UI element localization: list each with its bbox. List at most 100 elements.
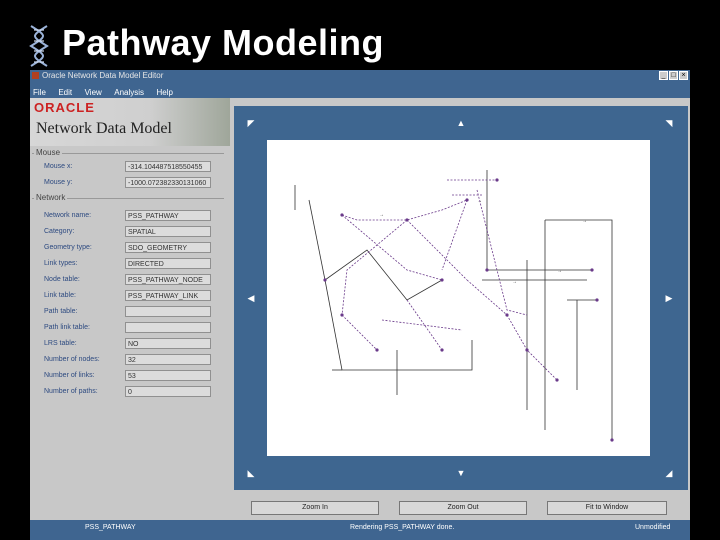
field-label: LRS table: — [44, 340, 77, 347]
dna-icon — [29, 25, 49, 67]
field-label: Node table: — [44, 276, 80, 283]
graph-node — [610, 438, 614, 442]
fit-to-window-button[interactable]: Fit to Window — [547, 501, 667, 515]
graph-node — [595, 298, 599, 302]
network-canvas[interactable]: → → → → → — [267, 140, 650, 456]
window-title: Oracle Network Data Model Editor — [42, 71, 164, 80]
product-name: Network Data Model — [36, 120, 172, 137]
close-button[interactable]: × — [679, 71, 688, 80]
edge-arrow-glyph: → — [477, 198, 482, 204]
oracle-logo: ORACLE — [34, 100, 95, 115]
path-link-table-field[interactable] — [125, 322, 211, 333]
edge-arrow-glyph: → — [512, 279, 517, 285]
graph-node — [590, 268, 594, 272]
node-table-field[interactable]: PSS_PATHWAY_NODE — [125, 274, 211, 285]
graph-node — [340, 313, 344, 317]
network-group-label: Network — [34, 193, 68, 202]
info-panel: ORACLE Network Data Model Mouse Mouse x:… — [30, 98, 230, 520]
field-label: Mouse x: — [44, 163, 73, 170]
zoom-in-button[interactable]: Zoom In — [251, 501, 379, 515]
mouse-x-field[interactable]: -314.104487518550455 — [125, 161, 211, 172]
graph-node — [440, 278, 444, 282]
graph-node — [525, 348, 529, 352]
field-label: Number of paths: — [44, 388, 98, 395]
link-types-field[interactable]: DIRECTED — [125, 258, 211, 269]
edge-arrow-glyph: → — [557, 268, 562, 274]
graph-node — [555, 378, 559, 382]
graph-link — [341, 314, 378, 351]
graph-node — [485, 268, 489, 272]
geometry-type-row: Geometry type: SDO_GEOMETRY — [30, 242, 230, 254]
menu-edit[interactable]: Edit — [58, 88, 72, 97]
number-of-paths-row: Number of paths: 0 — [30, 386, 230, 398]
zoom-out-button[interactable]: Zoom Out — [399, 501, 527, 515]
slide-title: Pathway Modeling — [62, 22, 385, 63]
link-types-row: Link types: DIRECTED — [30, 258, 230, 270]
graph-link — [324, 279, 397, 371]
graph-link — [341, 214, 443, 281]
number-of-links-field[interactable]: 53 — [125, 370, 211, 381]
field-label: Link table: — [44, 292, 76, 299]
status-network: PSS_PATHWAY — [85, 524, 136, 531]
window-titlebar[interactable]: Oracle Network Data Model Editor _ □ × — [30, 70, 690, 82]
graph-node — [375, 348, 379, 352]
graph-link — [341, 199, 468, 221]
pan-north-button[interactable]: ▲ — [454, 116, 468, 130]
mouse-y-row: Mouse y: -1000.072382330131060 — [30, 177, 230, 189]
graph-node — [323, 278, 327, 282]
node-table-row: Node table: PSS_PATHWAY_NODE — [30, 274, 230, 286]
status-modified: Unmodified — [635, 524, 671, 531]
pan-southwest-button[interactable]: ◣ — [244, 466, 258, 480]
pan-south-button[interactable]: ▼ — [454, 466, 468, 480]
field-label: Geometry type: — [44, 244, 92, 251]
field-label: Path table: — [44, 308, 78, 315]
menu-bar: File Edit View Analysis Help — [30, 82, 690, 98]
graph-link — [545, 219, 613, 440]
pan-northwest-button[interactable]: ◤ — [244, 116, 258, 130]
path-link-table-row: Path link table: — [30, 322, 230, 334]
maximize-button[interactable]: □ — [669, 71, 678, 80]
field-label: Number of nodes: — [44, 356, 100, 363]
app-icon — [32, 72, 39, 79]
geometry-type-field[interactable]: SDO_GEOMETRY — [125, 242, 211, 253]
category-field[interactable]: SPATIAL — [125, 226, 211, 237]
path-table-field[interactable] — [125, 306, 211, 317]
network-graph[interactable]: → → → → → — [267, 140, 650, 456]
link-table-field[interactable]: PSS_PATHWAY_LINK — [125, 290, 211, 301]
graph-node — [465, 198, 469, 202]
graph-node — [495, 178, 499, 182]
status-bar: PSS_PATHWAY Rendering PSS_PATHWAY done. … — [30, 520, 690, 540]
graph-link — [406, 219, 468, 281]
field-label: Category: — [44, 228, 75, 235]
menu-file[interactable]: File — [33, 88, 46, 97]
number-of-links-row: Number of links: 53 — [30, 370, 230, 382]
category-row: Category: SPATIAL — [30, 226, 230, 238]
lrs-table-field[interactable]: NO — [125, 338, 211, 349]
minimize-button[interactable]: _ — [659, 71, 668, 80]
number-of-nodes-field[interactable]: 32 — [125, 354, 211, 365]
number-of-paths-field[interactable]: 0 — [125, 386, 211, 397]
pan-northeast-button[interactable]: ◥ — [662, 116, 676, 130]
pan-east-button[interactable]: ▶ — [662, 291, 676, 305]
field-label: Network name: — [44, 212, 92, 219]
graph-link — [308, 199, 326, 281]
map-canvas-frame: ◤ ▲ ◥ ◀ ▶ ◣ ▼ ◢ → → → → → — [234, 106, 688, 490]
network-name-field[interactable]: PSS_PATHWAY — [125, 210, 211, 221]
edge-arrow-glyph: → — [582, 218, 587, 224]
menu-help[interactable]: Help — [157, 88, 173, 97]
status-message: Rendering PSS_PATHWAY done. — [350, 524, 455, 531]
field-label: Mouse y: — [44, 179, 73, 186]
lrs-table-row: LRS table: NO — [30, 338, 230, 350]
path-table-row: Path table: — [30, 306, 230, 318]
graph-node — [340, 213, 344, 217]
mouse-y-field[interactable]: -1000.072382330131060 — [125, 177, 211, 188]
graph-node — [505, 313, 509, 317]
number-of-nodes-row: Number of nodes: 32 — [30, 354, 230, 366]
menu-view[interactable]: View — [85, 88, 102, 97]
pan-southeast-button[interactable]: ◢ — [662, 466, 676, 480]
pan-west-button[interactable]: ◀ — [244, 291, 258, 305]
menu-analysis[interactable]: Analysis — [114, 88, 144, 97]
graph-link — [397, 340, 473, 371]
graph-link — [341, 219, 408, 316]
link-table-row: Link table: PSS_PATHWAY_LINK — [30, 290, 230, 302]
